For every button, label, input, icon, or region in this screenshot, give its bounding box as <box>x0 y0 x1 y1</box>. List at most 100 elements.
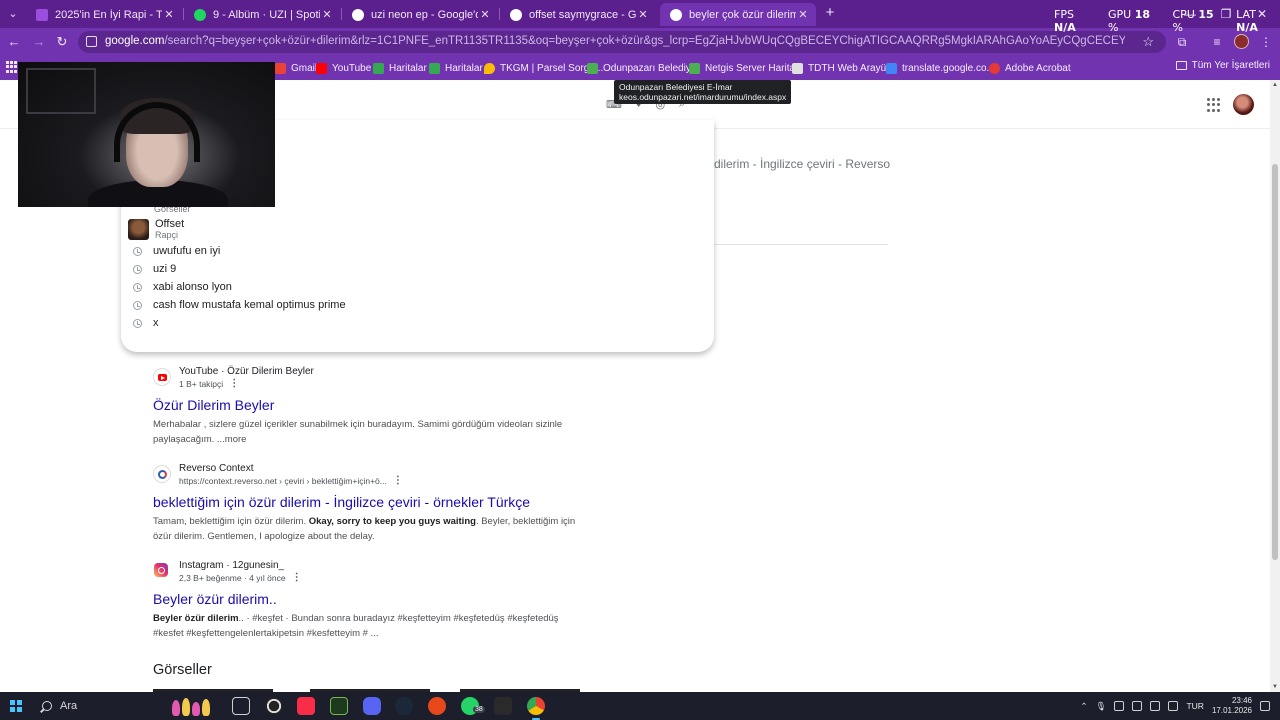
tab-offset-saymygrace[interactable]: offset saymygrace - Google'da ✕ <box>500 3 656 26</box>
tab-title: 2025'in En İyi Rapi - Tier List, Ki <box>55 8 162 21</box>
tab-spotify[interactable]: 9 - Albüm · UZI | Spotify ✕ <box>184 3 340 26</box>
extensions-icon[interactable]: ⧉ <box>1174 34 1190 50</box>
close-icon[interactable]: ✕ <box>162 8 176 21</box>
show-hidden-icons-chevron-icon[interactable]: ⌃ <box>1081 701 1088 712</box>
origin-icon[interactable] <box>428 697 446 715</box>
tab-tier-list[interactable]: 2025'in En İyi Rapi - Tier List, Ki ✕ <box>26 3 182 26</box>
more-options-icon[interactable]: ⋮ <box>229 378 239 390</box>
history-suggestion[interactable]: x <box>133 314 159 332</box>
bookmark-tkgm[interactable]: TKGM | Parsel Sorgu... <box>484 60 603 76</box>
epic-games-icon[interactable] <box>494 697 512 715</box>
back-arrow-icon[interactable]: ← <box>6 34 22 50</box>
language-indicator[interactable]: TUR <box>1186 701 1203 711</box>
background-shelf <box>26 68 96 114</box>
bookmark-translate[interactable]: translate.google.co... <box>886 60 995 76</box>
tab-uzi-neon-ep[interactable]: uzi neon ep - Google'da Ara ✕ <box>342 3 498 26</box>
windows-start-icon[interactable] <box>10 700 22 712</box>
close-icon[interactable]: ✕ <box>636 8 650 21</box>
taskbar-search[interactable]: Ara <box>36 694 226 718</box>
scroll-down-icon[interactable]: ▼ <box>1271 684 1279 690</box>
history-suggestion[interactable]: uzi 9 <box>133 260 176 278</box>
reading-list-icon[interactable]: ≡ <box>1209 34 1225 50</box>
forward-arrow-icon[interactable]: → <box>31 34 47 50</box>
tulips-icon <box>172 696 224 716</box>
more-options-icon[interactable]: ⋮ <box>292 572 302 584</box>
entity-thumbnail <box>128 219 149 240</box>
bookmark-star-icon[interactable]: ☆ <box>1142 34 1154 50</box>
close-icon[interactable]: ✕ <box>478 8 492 21</box>
tab-beyler-ozur-dilerim[interactable]: beyler çok özür dilerim - Goog ✕ <box>660 3 816 26</box>
bookmark-adobe-acrobat[interactable]: Adobe Acrobat <box>989 60 1071 76</box>
maps-icon <box>373 62 384 74</box>
obs-icon[interactable] <box>265 697 283 715</box>
profile-avatar[interactable] <box>1234 34 1249 49</box>
taskbar-search-placeholder: Ara <box>60 700 78 712</box>
result-title-link[interactable]: Özür Dilerim Beyler <box>153 396 585 414</box>
all-bookmarks-button[interactable]: Tüm Yer İşaretleri <box>1175 60 1270 71</box>
result-site-name: YouTube · Özür Dilerim Beyler <box>179 366 314 377</box>
side-panel-snippet[interactable]: dilerim - İngilizce çeviri - Reverso <box>714 157 890 171</box>
notifications-icon[interactable] <box>1260 701 1270 711</box>
volume-tray-icon[interactable] <box>1132 701 1143 711</box>
result-title-link[interactable]: beklettiğim için özür dilerim - İngilizc… <box>153 493 585 511</box>
account-avatar[interactable] <box>1233 94 1254 115</box>
battery-tray-icon[interactable] <box>1150 701 1161 711</box>
result-title-link[interactable]: Beyler özür dilerim.. <box>153 590 585 608</box>
apps-grid-icon[interactable] <box>6 61 18 73</box>
bookmark-haritalar[interactable]: Haritalar <box>373 60 427 76</box>
bookmark-youtube[interactable]: YouTube <box>316 60 371 76</box>
music-icon[interactable] <box>297 697 315 715</box>
taskbar-clock[interactable]: 23:46 17.01.2026 <box>1212 696 1252 716</box>
bookmark-odunpazari[interactable]: Odunpazarı Belediy... <box>587 60 698 76</box>
google-icon <box>670 8 682 21</box>
result-source[interactable]: Reverso Context https://context.reverso.… <box>153 463 585 487</box>
menu-kebab-icon[interactable]: ⋮ <box>1258 34 1274 50</box>
history-clock-icon <box>133 264 142 274</box>
bookmark-tdth[interactable]: TDTH Web Arayüzü <box>792 60 897 76</box>
new-tab-button[interactable]: + <box>822 4 838 22</box>
result-snippet: Beyler özür dilerim.. · #keşfet · Bundan… <box>153 613 559 639</box>
minecraft-icon[interactable] <box>330 697 348 715</box>
google-icon <box>510 8 522 21</box>
bookmark-netgis[interactable]: Netgis Server Harita... <box>689 60 803 76</box>
tab-search-chevron-icon[interactable]: ⌄ <box>4 5 22 23</box>
history-suggestion[interactable]: uwufufu en iyi <box>133 242 220 260</box>
bookmark-gmail[interactable]: Gmail <box>275 60 317 76</box>
page-scrollbar[interactable]: ▲ ▼ <box>1270 80 1280 692</box>
location-pin-icon <box>484 62 495 74</box>
discord-icon[interactable] <box>363 697 381 715</box>
more-options-icon[interactable]: ⋮ <box>393 475 403 487</box>
result-source[interactable]: YouTube · Özür Dilerim Beyler 1 B+ takip… <box>153 366 585 390</box>
url-text[interactable]: google.com/search?q=beyşer+çok+özür+dile… <box>105 35 1125 47</box>
suggestion-entity-offset[interactable]: Offset Rapçi <box>128 218 184 241</box>
result-path: 1 B+ takipçi ⋮ <box>179 378 240 390</box>
scrollbar-thumb[interactable] <box>1272 164 1278 560</box>
google-apps-icon[interactable] <box>1207 98 1221 112</box>
scroll-up-icon[interactable]: ▲ <box>1271 82 1279 88</box>
system-tray: ⌃ 🎙 TUR 23:46 17.01.2026 <box>1081 692 1280 720</box>
history-clock-icon <box>133 246 142 256</box>
result-source[interactable]: Instagram · 12gunesin_ 2,3 B+ beğenme · … <box>153 560 585 584</box>
whatsapp-badge: 38 <box>473 706 485 713</box>
history-clock-icon <box>133 282 142 292</box>
chrome-icon[interactable] <box>527 697 545 720</box>
bookmark-tooltip: Odunpazarı Belediyesi E-İmar keos.odunpa… <box>614 80 792 104</box>
history-suggestion[interactable]: xabi alonso lyon <box>133 278 232 296</box>
bookmark-haritalar-2[interactable]: Haritalar <box>429 60 483 76</box>
steam-icon[interactable] <box>395 697 413 715</box>
performance-overlay: FPS N/A GPU 18 % CPU 15 % LAT N/A <box>1054 8 1280 34</box>
images-section-heading: Görseller <box>153 662 212 678</box>
history-suggestion[interactable]: cash flow mustafa kemal optimus prime <box>133 296 346 314</box>
network-tray-icon[interactable] <box>1114 701 1125 711</box>
address-bar[interactable]: google.com/search?q=beyşer+çok+özür+dile… <box>78 31 1166 53</box>
task-view-icon[interactable] <box>232 697 250 715</box>
microphone-tray-icon[interactable]: 🎙 <box>1096 701 1107 712</box>
site-info-icon[interactable] <box>86 36 97 47</box>
webcam-overlay <box>18 62 275 207</box>
entity-name: Offset <box>155 218 185 230</box>
reload-icon[interactable]: ↻ <box>54 34 70 50</box>
close-icon[interactable]: ✕ <box>796 8 810 21</box>
display-tray-icon[interactable] <box>1168 701 1179 711</box>
folder-icon <box>1175 61 1187 70</box>
close-icon[interactable]: ✕ <box>320 8 334 21</box>
